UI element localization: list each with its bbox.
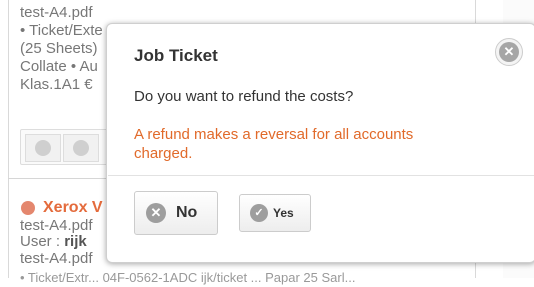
printer-name: Xerox V (43, 199, 103, 216)
ticket2-details: • Ticket/Extr... 04F-0562-1ADC ijk/ticke… (20, 270, 356, 285)
dialog-divider (108, 175, 534, 176)
no-button[interactable]: ✕ No (134, 191, 218, 235)
ticket2-file-name-2: test-A4.pdf (20, 250, 93, 267)
ticket-file-name: test-A4.pdf (20, 4, 93, 21)
dialog-title: Job Ticket (134, 46, 218, 65)
ticket-print-button[interactable] (25, 134, 61, 162)
refund-icon (73, 140, 89, 156)
ticket-actions (20, 129, 112, 165)
ticket2-user: User : rijk (20, 233, 87, 250)
job-ticket-dialog: Job Ticket ✕ Do you want to refund the c… (106, 23, 534, 263)
user-label: User : (20, 233, 61, 250)
printer-icon (35, 140, 51, 156)
user-name: rijk (64, 233, 87, 250)
dialog-close-button[interactable]: ✕ (495, 38, 523, 66)
no-button-label: No (176, 204, 198, 221)
x-circle-icon: ✕ (146, 203, 166, 223)
ticket-refund-button[interactable] (63, 134, 99, 162)
yes-button[interactable]: ✓ Yes (239, 194, 311, 232)
ticket-options: Collate • Au (20, 58, 98, 75)
ticket-sheets: (25 Sheets) (20, 40, 98, 57)
close-icon: ✕ (499, 42, 519, 62)
yes-button-label: Yes (273, 206, 294, 220)
ticket-type: • Ticket/Exte (20, 22, 103, 39)
check-circle-icon: ✓ (250, 204, 268, 222)
printer-status-dot (21, 201, 35, 215)
ticket-account: Klas.1A1 € (20, 76, 93, 93)
dialog-question: Do you want to refund the costs? (134, 88, 354, 105)
dialog-warning: A refund makes a reversal for all accoun… (134, 126, 414, 162)
